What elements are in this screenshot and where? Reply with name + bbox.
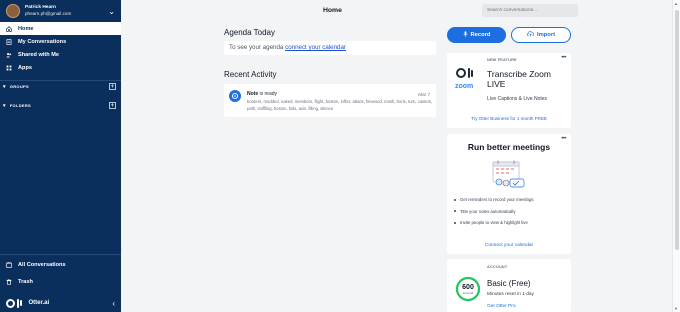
meetings-title: Run better meetings [467, 142, 551, 152]
plan-name: Basic (Free) [487, 279, 531, 288]
sidebar-item-label: Home [18, 25, 34, 32]
brand-bar: Otter.ai ‹ [0, 294, 121, 312]
meetings-bullet: Invite people to view & highlight live [454, 220, 569, 225]
sidebar-item-label: Shared with Me [18, 51, 60, 58]
home-icon [6, 25, 12, 32]
caret-down-icon[interactable]: ▾ [3, 103, 6, 109]
profile-menu[interactable]: Patrick Hearn phearn.ph@gmail.com ⌄ [0, 0, 121, 22]
top-bar [121, 0, 680, 22]
record-label: Record [470, 32, 491, 38]
sidebar-item-my-conversations[interactable]: My Conversations [0, 35, 121, 48]
avatar [6, 4, 20, 18]
groups-section[interactable]: ▾ GROUPS + [0, 81, 121, 92]
caret-down-icon[interactable]: ▾ [3, 84, 6, 90]
meetings-bullet: Get reminders to record your meetings [454, 197, 569, 202]
zoom-logo: zoom [455, 83, 474, 90]
scrollbar[interactable]: ▲ ▼ [672, 0, 680, 312]
import-label: Import [536, 32, 556, 38]
get-otter-pro-link[interactable]: Get Otter Pro [487, 304, 516, 309]
sidebar: Patrick Hearn phearn.ph@gmail.com ⌄ Home… [0, 0, 121, 312]
conversations-icon [6, 38, 12, 45]
import-button[interactable]: Import [511, 27, 571, 43]
folders-section[interactable]: ▾ FOLDERS + [0, 100, 121, 111]
agenda-heading: Agenda Today [224, 28, 276, 37]
account-card: ACCOUNT 600 mins left Basic (Free) Minut… [447, 259, 571, 312]
minutes-left-unit: mins left [462, 290, 474, 295]
sidebar-item-shared-with-me[interactable]: Shared with Me [0, 48, 121, 61]
sidebar-item-trash[interactable]: Trash [0, 275, 121, 288]
zoom-feature-card: ••• NEW FEATURE zoom Transcribe Zoom LIV… [447, 53, 571, 128]
brand-name: Otter.ai [28, 300, 50, 306]
apps-icon [6, 65, 12, 71]
agenda-box: To see your agenda connect your calendar [224, 41, 436, 55]
scroll-thumb[interactable] [675, 10, 679, 250]
otter-logo-icon [456, 68, 475, 78]
record-button[interactable]: Record [447, 27, 506, 43]
note-status: is ready [259, 91, 278, 97]
divider [0, 80, 121, 81]
divider [0, 254, 121, 255]
trash-icon [6, 278, 12, 285]
meetings-card: ••• Run better meetings Get reminders to… [447, 134, 571, 254]
sidebar-item-label: Apps [18, 64, 32, 71]
connect-calendar-link[interactable]: Connect your calendar [447, 243, 571, 248]
meetings-bullet: Title your notes automatically [454, 209, 569, 214]
collapse-sidebar-icon[interactable]: ‹ [112, 299, 115, 308]
microphone-icon [462, 31, 468, 39]
sidebar-item-label: All Conversations [18, 261, 66, 268]
sidebar-item-home[interactable]: Home [0, 22, 121, 35]
add-group-icon[interactable]: + [109, 83, 116, 90]
note-icon [229, 90, 241, 102]
all-conversations-icon [6, 261, 12, 268]
sidebar-item-label: My Conversations [18, 38, 67, 45]
minutes-left-value: 600 [462, 283, 474, 291]
upload-cloud-icon [527, 31, 534, 39]
sidebar-item-all-conversations[interactable]: All Conversations [0, 258, 121, 271]
feature-title: Transcribe Zoom LIVE [487, 69, 551, 89]
note-name: Note [247, 91, 259, 97]
new-feature-label: NEW FEATURE [487, 58, 517, 62]
sidebar-item-label: Trash [18, 278, 33, 285]
recent-activity-item[interactable]: Note is ready Mar 7 borders, modded, nak… [224, 84, 436, 117]
chevron-down-icon[interactable]: ⌄ [108, 7, 115, 16]
page-title: Home [323, 7, 342, 14]
otter-logo-icon [6, 298, 24, 308]
scroll-down-icon[interactable]: ▼ [674, 306, 678, 311]
connect-calendar-link[interactable]: connect your calendar [285, 44, 346, 51]
feature-subtitle: Live Captions & Live Notes [487, 96, 548, 102]
account-label: ACCOUNT [487, 265, 508, 269]
add-folder-icon[interactable]: + [109, 102, 116, 109]
scroll-up-icon[interactable]: ▲ [674, 1, 678, 6]
profile-email: phearn.ph@gmail.com [25, 11, 72, 16]
recent-activity-heading: Recent Activity [224, 70, 277, 79]
try-business-link[interactable]: Try Otter Business for 1 month FREE [447, 116, 571, 121]
calendar-illustration-icon [492, 160, 525, 188]
note-date: Mar 7 [418, 92, 430, 97]
sidebar-item-apps[interactable]: Apps [0, 61, 121, 74]
search-input[interactable] [482, 4, 578, 17]
folders-label: FOLDERS [9, 103, 32, 108]
more-options-icon[interactable]: ••• [561, 55, 566, 61]
groups-label: GROUPS [9, 84, 29, 89]
minutes-reset-text: Minutes reset in 1 day [487, 292, 534, 297]
agenda-text: To see your agenda [229, 44, 284, 51]
shared-icon [6, 52, 12, 58]
note-keywords: borders, modded, naked, members, flight,… [247, 99, 433, 111]
